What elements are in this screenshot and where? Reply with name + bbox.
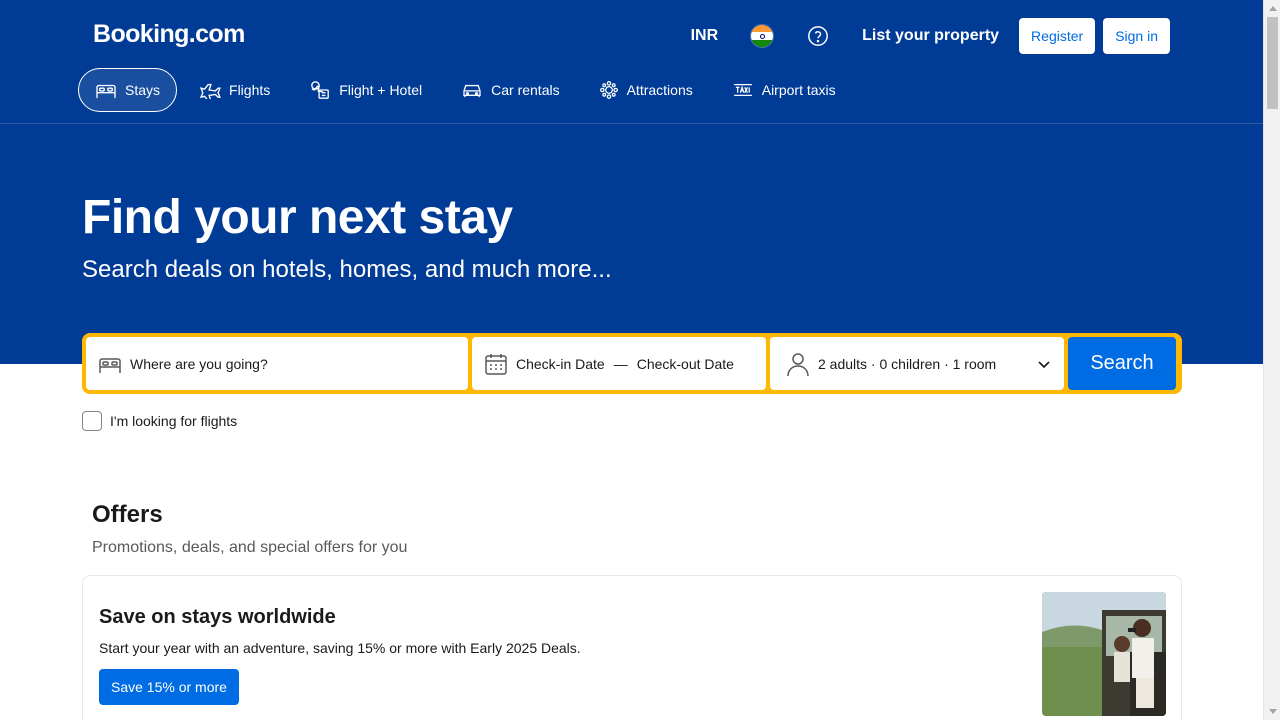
hero-subtitle: Search deals on hotels, homes, and much …: [82, 256, 612, 283]
bed-icon: [98, 354, 122, 374]
nav-label: Attractions: [626, 82, 693, 98]
language-flag-icon[interactable]: [750, 24, 775, 48]
flight-hotel-icon: [311, 81, 330, 99]
top-header: Booking.com INR List your property Regis…: [0, 0, 1263, 124]
date-picker[interactable]: Check-in Date — Check-out Date: [472, 337, 766, 390]
list-property-link[interactable]: List your property: [862, 27, 999, 45]
car-icon: [463, 84, 481, 98]
nav-label: Airport taxis: [761, 82, 836, 98]
scroll-up-icon[interactable]: [1264, 0, 1280, 17]
chevron-down-icon: [1038, 356, 1050, 372]
guests-selector[interactable]: 2 adults · 0 children · 1 room: [770, 337, 1064, 390]
nav-car-rentals[interactable]: Car rentals: [444, 68, 576, 112]
checkout-date: Check-out Date: [636, 355, 734, 372]
sign-in-button[interactable]: Sign in: [1103, 18, 1170, 54]
search-button[interactable]: Search: [1068, 337, 1176, 390]
register-button[interactable]: Register: [1019, 18, 1096, 54]
scroll-down-icon[interactable]: [1264, 703, 1280, 720]
booking-logo[interactable]: Booking.com: [93, 20, 245, 49]
attractions-icon: [599, 81, 618, 99]
checkin-date: Check-in Date: [516, 355, 605, 372]
destination-placeholder: Where are you going?: [130, 355, 268, 372]
search-bar: Where are you going? Check-in Date — Che…: [82, 333, 1182, 394]
flights-checkbox-row[interactable]: I'm looking for flights: [82, 411, 237, 431]
offers-subtitle: Promotions, deals, and special offers fo…: [92, 539, 408, 556]
offer-button[interactable]: Save 15% or more: [99, 669, 239, 705]
hero-title: Find your next stay: [82, 191, 513, 244]
page-scrollbar[interactable]: [1263, 0, 1280, 720]
nav-label: Flights: [229, 82, 271, 98]
offer-description: Start your year with an adventure, savin…: [99, 640, 581, 656]
bed-icon: [96, 84, 116, 99]
offer-title: Save on stays worldwide: [99, 606, 336, 628]
nav-label: Stays: [125, 82, 161, 98]
currency-selector[interactable]: INR: [691, 27, 719, 45]
person-icon: [786, 351, 810, 377]
header-actions: INR List your property Register Sign in: [691, 18, 1170, 54]
offer-card: Save on stays worldwide Start your year …: [82, 575, 1182, 720]
offer-image: [1042, 592, 1166, 716]
guests-summary: 2 adults · 0 children · 1 room: [818, 355, 997, 372]
plane-icon: [199, 83, 221, 99]
nav-airport-taxis[interactable]: Airport taxis: [715, 68, 853, 112]
nav-label: Car rentals: [491, 82, 560, 98]
flights-checkbox[interactable]: [82, 411, 102, 431]
product-nav: Stays Flights Flight + Hotel Car rentals…: [78, 68, 858, 112]
destination-input[interactable]: Where are you going?: [86, 337, 468, 390]
calendar-icon: [484, 352, 508, 376]
scroll-thumb[interactable]: [1267, 17, 1278, 109]
offers-heading: Offers: [92, 501, 163, 528]
flights-checkbox-label: I'm looking for flights: [110, 413, 238, 429]
date-separator: —: [613, 355, 628, 372]
help-icon[interactable]: [806, 24, 830, 48]
nav-flights[interactable]: Flights: [182, 68, 287, 112]
nav-stays[interactable]: Stays: [78, 68, 178, 112]
nav-flight-hotel[interactable]: Flight + Hotel: [292, 68, 439, 112]
nav-label: Flight + Hotel: [339, 82, 423, 98]
nav-attractions[interactable]: Attractions: [582, 68, 710, 112]
taxi-icon: [733, 84, 752, 96]
